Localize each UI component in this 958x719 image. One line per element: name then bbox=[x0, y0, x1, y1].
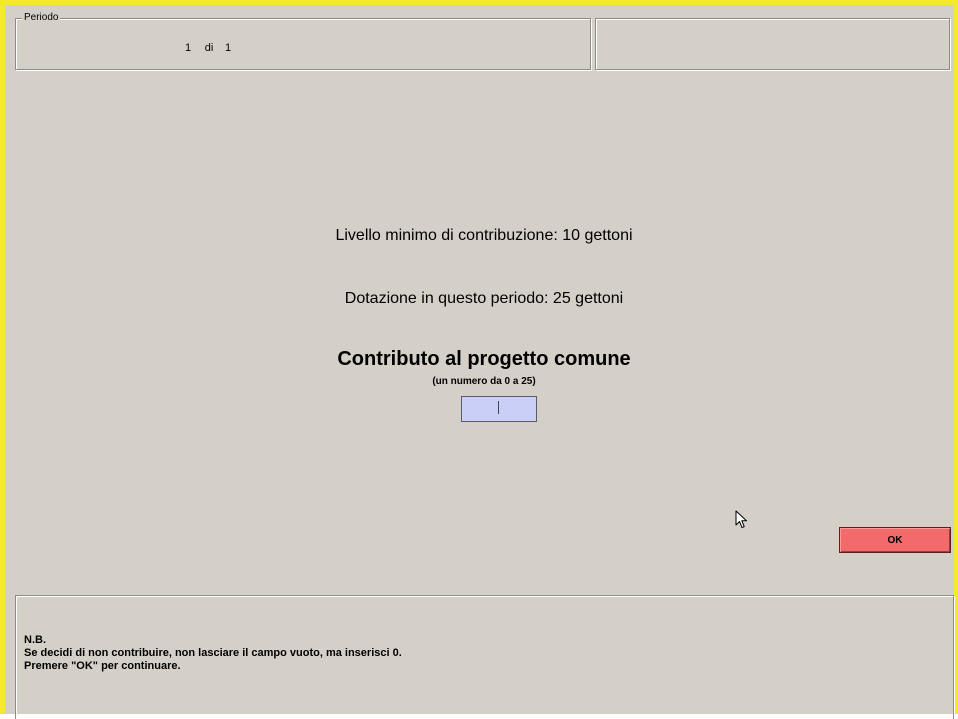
mouse-pointer-icon bbox=[735, 510, 747, 528]
period-counter: 1 di 1 bbox=[180, 41, 234, 55]
contribution-title: Contributo al progetto comune bbox=[337, 348, 631, 370]
time-group-box bbox=[595, 18, 950, 70]
contribution-hint: (un numero da 0 a 25) bbox=[432, 376, 536, 387]
text-caret bbox=[498, 401, 499, 414]
notes-text: N.B. Se decidi di non contribuire, non l… bbox=[24, 634, 402, 673]
experiment-screen: Periodo 1 di 1 Livello minimo di contribuz… bbox=[0, 0, 958, 719]
period-of-label: di bbox=[204, 42, 214, 54]
ok-button[interactable]: OK bbox=[839, 527, 951, 553]
notes-line-2: Premere "OK" per continuare. bbox=[24, 660, 181, 672]
period-current: 1 bbox=[184, 42, 192, 54]
period-total: 1 bbox=[224, 42, 232, 54]
endowment-text: Dotazione in questo periodo: 25 gettoni bbox=[344, 290, 624, 307]
notes-line-1: Se decidi di non contribuire, non lascia… bbox=[24, 647, 402, 659]
notes-heading: N.B. bbox=[24, 634, 46, 646]
min-contribution-text: Livello minimo di contribuzione: 10 gett… bbox=[335, 227, 633, 244]
period-group-box: Periodo 1 di 1 bbox=[15, 11, 591, 70]
period-legend: Periodo bbox=[22, 11, 61, 25]
notes-panel: N.B. Se decidi di non contribuire, non l… bbox=[15, 595, 954, 719]
contribution-input[interactable] bbox=[461, 396, 537, 422]
